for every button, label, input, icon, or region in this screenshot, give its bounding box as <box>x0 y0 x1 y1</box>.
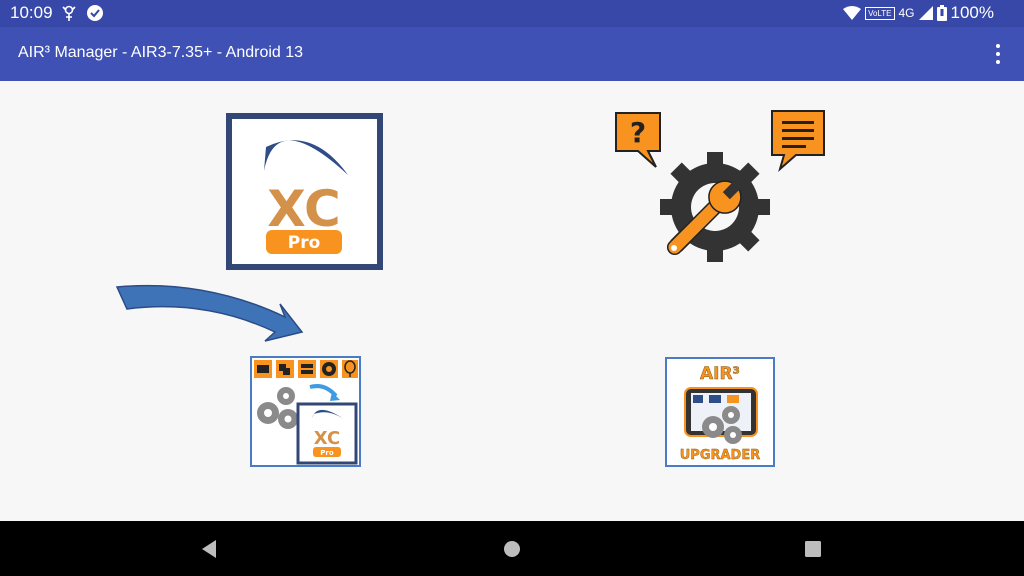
navigation-bar <box>0 521 1024 576</box>
network-type: 4G <box>898 6 915 20</box>
app-title: AIR³ Manager - AIR3-7.35+ - Android 13 <box>18 44 304 61</box>
home-icon[interactable] <box>499 536 525 562</box>
recents-icon[interactable] <box>800 536 826 562</box>
xcpro-logo-icon: XC Pro <box>226 113 383 270</box>
status-time: 10:09 <box>10 3 53 22</box>
upgrader-label: UPGRADER <box>680 448 761 463</box>
wifi-icon <box>843 6 862 20</box>
xcpro-logo-tile[interactable]: XC Pro <box>226 113 383 270</box>
battery-icon <box>936 5 947 21</box>
air3-upgrader-icon: AIR³ UPGRADER <box>665 357 775 467</box>
gear-wrench-icon <box>660 152 770 262</box>
svg-text:?: ? <box>630 116 646 149</box>
install-tile-text: XC <box>314 428 340 449</box>
support-settings-tile[interactable]: ? <box>612 109 828 279</box>
signal-icon <box>918 6 933 20</box>
install-xcpro-icon: XC Pro <box>250 356 361 467</box>
upgrader-brand: AIR³ <box>700 364 740 384</box>
volte-badge: VoLTE <box>865 6 895 20</box>
message-bubble-icon <box>771 110 825 172</box>
air3-upgrader-tile[interactable]: AIR³ UPGRADER <box>665 357 775 467</box>
curved-arrow-icon <box>115 284 304 342</box>
xcpro-logo-badge: Pro <box>288 233 321 253</box>
battery-level: 100% <box>950 3 994 22</box>
toolbar-icons <box>254 360 358 378</box>
install-xcpro-tile[interactable]: XC Pro <box>250 356 361 467</box>
xcpro-logo-text: XC <box>267 180 340 238</box>
status-bar: 10:09 VoLTE 4G 100% <box>0 0 1024 27</box>
main-content: XC Pro XC Pro ? AIR³ UPGRADER <box>0 81 1024 521</box>
shield-check-icon <box>87 5 103 21</box>
overflow-menu-icon[interactable] <box>986 41 1010 67</box>
notification-app-icon <box>62 5 76 21</box>
app-bar: AIR³ Manager - AIR3-7.35+ - Android 13 <box>0 27 1024 81</box>
question-bubble-icon: ? <box>615 112 661 168</box>
install-tile-badge: Pro <box>320 449 334 457</box>
back-icon[interactable] <box>198 536 224 562</box>
